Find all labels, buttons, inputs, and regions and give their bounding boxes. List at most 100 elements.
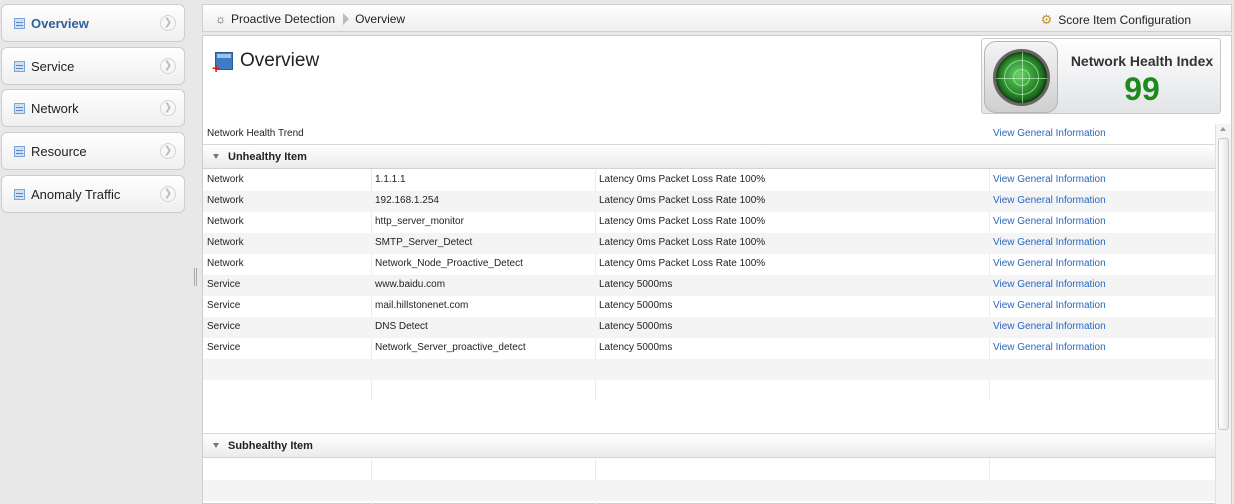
sidebar-item-overview[interactable]: Overview ❯: [1, 4, 185, 42]
cell-category: Network: [207, 174, 244, 185]
health-items-table: Network Health Trend View General Inform…: [203, 124, 1215, 504]
chevron-right-icon: ❯: [160, 100, 176, 116]
cell-target: DNS Detect: [375, 321, 428, 332]
table-row-empty: [203, 480, 1215, 501]
cell-target: mail.hillstonenet.com: [375, 300, 469, 311]
sidebar-item-label: Network: [31, 100, 79, 116]
table-row: Network 192.168.1.254 Latency 0ms Packet…: [203, 191, 1215, 212]
cell-target: Network_Server_proactive_detect: [375, 342, 526, 353]
table-row-empty: [203, 359, 1215, 380]
score-item-configuration-label: Score Item Configuration: [1058, 13, 1191, 27]
sidebar-item-label: Anomaly Traffic: [31, 186, 121, 202]
group-header-subhealthy[interactable]: Subhealthy Item: [203, 433, 1215, 458]
table-row: Service DNS Detect Latency 5000ms View G…: [203, 317, 1215, 338]
view-general-information-link[interactable]: View General Information: [993, 342, 1106, 353]
network-health-index-value: 99: [1124, 71, 1160, 107]
group-header-unhealthy[interactable]: Unhealthy Item: [203, 144, 1215, 169]
radar-frame: [984, 41, 1058, 113]
table-row: Network Network_Node_Proactive_Detect La…: [203, 254, 1215, 275]
chevron-right-icon: ❯: [160, 15, 176, 31]
table-scrollbar[interactable]: [1215, 124, 1231, 504]
page-title-group: Overview: [212, 50, 320, 74]
group-label: Unhealthy Item: [228, 150, 307, 163]
score-item-configuration-button[interactable]: ⚙ Score Item Configuration: [1041, 12, 1191, 28]
table-row-empty: [203, 459, 1215, 480]
list-icon: [14, 17, 25, 29]
cell-category: Service: [207, 279, 241, 290]
breadcrumb: ☼ Proactive Detection Overview: [215, 12, 405, 26]
table-row: Service www.baidu.com Latency 5000ms Vie…: [203, 275, 1215, 296]
sidebar-item-label: Service: [31, 58, 75, 74]
overview-header: Overview Network Health Index 99: [203, 36, 1231, 124]
sidebar-item-label: Overview: [31, 15, 89, 31]
table-row-empty: [203, 401, 1215, 433]
network-health-index-panel: Network Health Index 99: [981, 38, 1221, 114]
gear-icon: ⚙: [1040, 12, 1053, 27]
table-row: Service Network_Server_proactive_detect …: [203, 338, 1215, 359]
detection-icon: ☼: [215, 12, 226, 26]
sidebar-item-resource[interactable]: Resource ❯: [1, 132, 185, 170]
chevron-right-icon: ❯: [160, 143, 176, 159]
table-row: Service mail.hillstonenet.com Latency 50…: [203, 296, 1215, 317]
sidebar-item-anomaly-traffic[interactable]: Anomaly Traffic ❯: [1, 175, 185, 213]
view-general-information-link[interactable]: View General Information: [993, 321, 1106, 332]
view-general-information-link[interactable]: View General Information: [993, 128, 1106, 139]
view-general-information-link[interactable]: View General Information: [993, 195, 1106, 206]
table-row: Network 1.1.1.1 Latency 0ms Packet Loss …: [203, 170, 1215, 191]
group-label: Subhealthy Item: [228, 439, 313, 452]
view-general-information-link[interactable]: View General Information: [993, 216, 1106, 227]
cell-category: Network Health Trend: [207, 128, 304, 139]
app-window: Overview ❯ Service ❯ Network ❯ Resource …: [0, 0, 1234, 504]
radar-icon: [993, 49, 1050, 106]
main-panel: Overview Network Health Index 99: [202, 35, 1232, 504]
view-general-information-link[interactable]: View General Information: [993, 237, 1106, 248]
cell-status: Latency 0ms Packet Loss Rate 100%: [599, 174, 766, 185]
scrollbar-thumb[interactable]: [1218, 138, 1229, 430]
sidebar-item-label: Resource: [31, 143, 87, 159]
cell-category: Network: [207, 258, 244, 269]
cell-status: Latency 5000ms: [599, 300, 673, 311]
cell-category: Network: [207, 216, 244, 227]
cell-target: www.baidu.com: [375, 279, 446, 290]
chevron-right-icon: ❯: [160, 186, 176, 202]
chevron-down-icon: [213, 443, 219, 448]
cell-category: Network: [207, 237, 244, 248]
cell-category: Network: [207, 195, 244, 206]
view-general-information-link[interactable]: View General Information: [993, 300, 1106, 311]
table-row-health-trend: Network Health Trend View General Inform…: [203, 124, 1215, 145]
cell-category: Service: [207, 321, 241, 332]
table-row: Network http_server_monitor Latency 0ms …: [203, 212, 1215, 233]
cell-target: Network_Node_Proactive_Detect: [375, 258, 523, 269]
breadcrumb-current: Overview: [355, 12, 406, 26]
cell-target: 1.1.1.1: [375, 174, 406, 185]
chevron-right-icon: ❯: [160, 58, 176, 74]
scroll-up-arrow-icon[interactable]: [1220, 127, 1226, 131]
overview-icon: [212, 52, 233, 74]
cell-status: Latency 0ms Packet Loss Rate 100%: [599, 195, 766, 206]
cell-category: Service: [207, 342, 241, 353]
list-icon: [14, 60, 25, 72]
table-row: Network SMTP_Server_Detect Latency 0ms P…: [203, 233, 1215, 254]
view-general-information-link[interactable]: View General Information: [993, 258, 1106, 269]
network-health-index-label: Network Health Index: [1070, 53, 1214, 69]
list-icon: [14, 188, 25, 200]
list-icon: [14, 145, 25, 157]
cell-target: 192.168.1.254: [375, 195, 439, 206]
cell-target: SMTP_Server_Detect: [375, 237, 473, 248]
list-icon: [14, 102, 25, 114]
view-general-information-link[interactable]: View General Information: [993, 279, 1106, 290]
cell-status: Latency 0ms Packet Loss Rate 100%: [599, 216, 766, 227]
breadcrumb-root[interactable]: Proactive Detection: [231, 12, 335, 26]
cell-status: Latency 0ms Packet Loss Rate 100%: [599, 258, 766, 269]
sidebar-item-service[interactable]: Service ❯: [1, 47, 185, 85]
sidebar-item-network[interactable]: Network ❯: [1, 89, 185, 127]
view-general-information-link[interactable]: View General Information: [993, 174, 1106, 185]
sidebar: Overview ❯ Service ❯ Network ❯ Resource …: [0, 0, 188, 504]
cell-status: Latency 0ms Packet Loss Rate 100%: [599, 237, 766, 248]
cell-status: Latency 5000ms: [599, 321, 673, 332]
sidebar-splitter-handle[interactable]: [194, 268, 197, 286]
top-bar: ☼ Proactive Detection Overview ⚙ Score I…: [202, 4, 1232, 32]
table-row-empty: [203, 380, 1215, 401]
breadcrumb-separator-icon: [343, 13, 350, 25]
page-title: Overview: [240, 50, 320, 71]
